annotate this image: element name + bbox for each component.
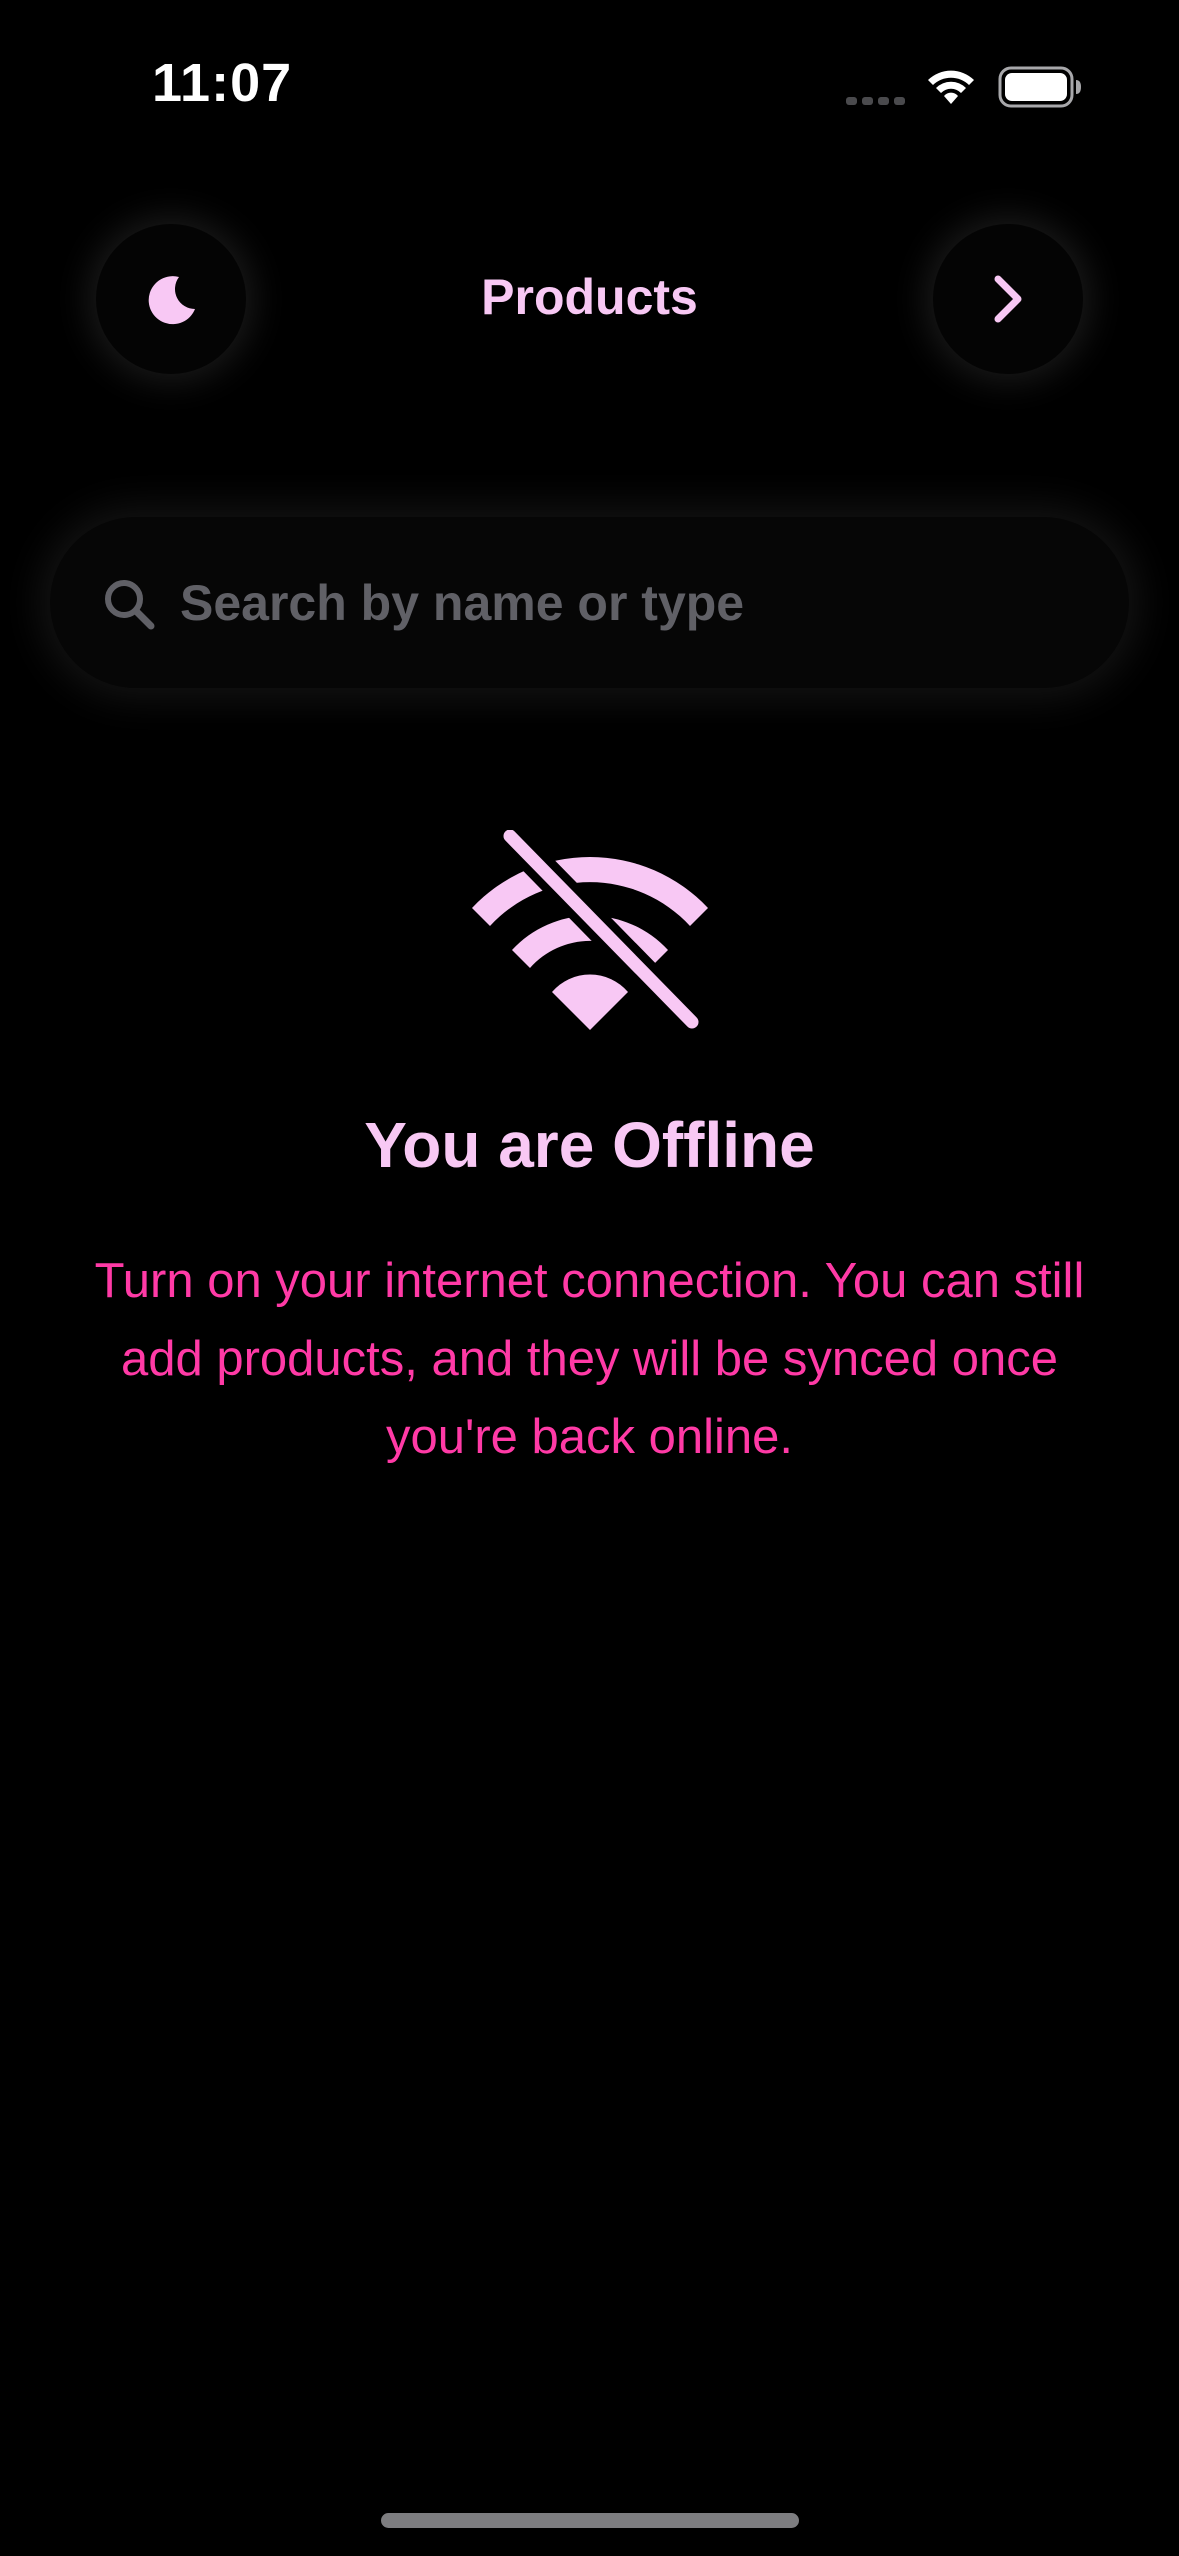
status-bar: 11:07 [0, 0, 1179, 170]
theme-toggle-button[interactable] [96, 224, 246, 374]
page-title: Products [481, 269, 698, 325]
home-indicator[interactable] [381, 2513, 799, 2528]
search-icon [105, 580, 155, 630]
status-time: 11:07 [152, 53, 293, 113]
search-input[interactable] [180, 517, 1080, 688]
search-bar[interactable] [50, 517, 1129, 688]
offline-message: Turn on your internet connection. You ca… [94, 1254, 1085, 1464]
wifi-off-icon [472, 830, 708, 1037]
moon-icon [148, 276, 195, 325]
cellular-signal-icon [846, 97, 905, 105]
offline-title: You are Offline [364, 1109, 815, 1181]
chevron-right-icon [994, 275, 1022, 323]
next-button[interactable] [933, 224, 1083, 374]
battery-icon [998, 66, 1081, 108]
wifi-icon [928, 70, 974, 104]
